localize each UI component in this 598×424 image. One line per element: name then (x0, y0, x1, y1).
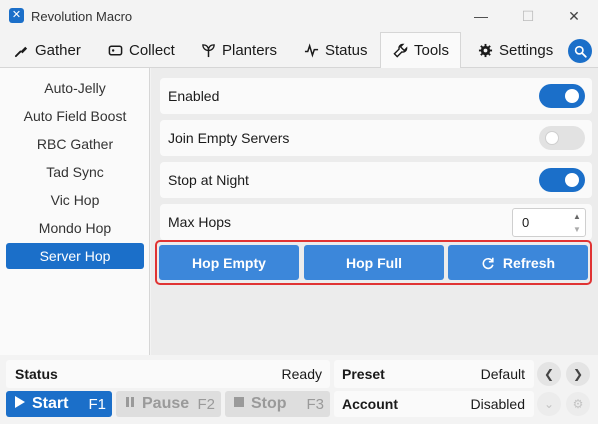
tab-label: Status (325, 41, 368, 59)
preset-prev-button[interactable]: ❮ (537, 362, 561, 386)
maximize-button[interactable]: ☐ (513, 4, 543, 28)
tab-collect[interactable]: Collect (100, 32, 183, 68)
sidebar-item-auto-jelly[interactable]: Auto-Jelly (6, 75, 144, 101)
tab-label: Settings (499, 41, 554, 59)
sidebar-item-server-hop[interactable]: Server Hop (6, 243, 144, 269)
window-title: Revolution Macro (31, 9, 133, 24)
sidebar-item-label: Server Hop (39, 248, 111, 264)
status-label: Status (15, 366, 58, 382)
setting-row-max-hops: Max Hops 0 ▲ ▼ (160, 204, 592, 240)
sidebar-item-label: Auto Field Boost (23, 108, 127, 124)
max-hops-input[interactable]: 0 ▲ ▼ (512, 208, 586, 237)
sidebar-item-label: Mondo Hop (38, 220, 112, 236)
search-button[interactable] (568, 39, 592, 63)
max-hops-value: 0 (522, 215, 530, 230)
preset-label: Preset (342, 366, 385, 382)
stop-night-toggle[interactable] (539, 168, 585, 192)
sidebar-item-label: Vic Hop (50, 192, 100, 208)
tab-tools[interactable]: Tools (380, 32, 461, 69)
tab-label: Planters (222, 41, 278, 59)
hop-empty-button[interactable]: Hop Empty (159, 245, 299, 280)
account-label: Account (342, 396, 398, 412)
tab-gather[interactable]: Gather (6, 32, 89, 68)
setting-label: Stop at Night (168, 172, 249, 188)
stop-hotkey: F3 (306, 395, 324, 413)
play-icon (14, 395, 26, 414)
ticket-icon (108, 45, 123, 55)
status-panel: Status Ready (6, 360, 330, 388)
tab-settings[interactable]: Settings (470, 32, 561, 68)
preset-next-button[interactable]: ❯ (566, 362, 590, 386)
button-label: Hop Empty (192, 254, 266, 271)
gear-icon: ⚙ (572, 397, 584, 411)
tab-bar: Gather Collect Planters Status Tools Set… (0, 32, 598, 69)
preset-value[interactable]: Default (481, 366, 525, 382)
stop-label: Stop (251, 395, 287, 412)
pause-button[interactable]: Pause F2 (116, 391, 221, 417)
tab-planters[interactable]: Planters (193, 32, 285, 68)
title-bar: ✕ Revolution Macro — ☐ ✕ (0, 0, 598, 32)
pulse-icon (304, 42, 319, 58)
setting-row-join-empty: Join Empty Servers (160, 120, 592, 156)
minimize-button[interactable]: — (466, 4, 496, 28)
chevron-down-icon[interactable]: ▼ (571, 223, 583, 235)
account-panel: Account Disabled (334, 391, 534, 417)
refresh-icon (482, 257, 494, 269)
start-hotkey: F1 (88, 395, 106, 413)
account-value[interactable]: Disabled (471, 396, 525, 412)
stop-button[interactable]: Stop F3 (225, 391, 330, 417)
server-hop-panel: Enabled Join Empty Servers Stop at Night… (151, 68, 598, 355)
tools-sidebar: Auto-Jelly Auto Field Boost RBC Gather T… (0, 68, 150, 355)
sidebar-item-auto-field-boost[interactable]: Auto Field Boost (6, 103, 144, 129)
pause-hotkey: F2 (197, 395, 215, 413)
chevron-up-icon[interactable]: ▲ (571, 210, 583, 222)
chevron-down-icon: ⌄ (543, 397, 555, 411)
preset-panel: Preset Default (334, 360, 534, 388)
setting-label: Join Empty Servers (168, 130, 290, 146)
hop-full-button[interactable]: Hop Full (304, 245, 444, 280)
account-dropdown-button[interactable]: ⌄ (537, 392, 561, 416)
bottom-bar: Status Ready Start F1 Pause F2 Stop F3 P… (0, 355, 598, 424)
chevron-left-icon: ❮ (543, 367, 555, 381)
sidebar-item-mondo-hop[interactable]: Mondo Hop (6, 215, 144, 241)
wrench-icon (393, 43, 408, 58)
close-button[interactable]: ✕ (559, 4, 589, 28)
refresh-button[interactable]: Refresh (448, 245, 588, 280)
setting-label: Enabled (168, 88, 220, 104)
gear-icon (478, 43, 493, 57)
hop-button-group: Hop Empty Hop Full Refresh (155, 240, 592, 285)
join-empty-toggle[interactable] (539, 126, 585, 150)
sidebar-item-tad-sync[interactable]: Tad Sync (6, 159, 144, 185)
sidebar-item-label: RBC Gather (36, 136, 114, 152)
tab-label: Collect (129, 41, 175, 59)
stop-icon (233, 395, 245, 413)
sidebar-item-vic-hop[interactable]: Vic Hop (6, 187, 144, 213)
tab-status[interactable]: Status (296, 32, 376, 68)
sidebar-item-label: Tad Sync (46, 164, 104, 180)
app-logo-icon: ✕ (9, 8, 24, 23)
sprout-icon (202, 43, 215, 57)
search-icon (574, 45, 587, 58)
pause-icon (124, 395, 136, 413)
status-value: Ready (281, 366, 322, 382)
setting-label: Max Hops (168, 214, 232, 230)
pause-label: Pause (142, 395, 190, 412)
enabled-toggle[interactable] (539, 84, 585, 108)
setting-row-stop-night: Stop at Night (160, 162, 592, 198)
button-label: Refresh (502, 254, 556, 271)
setting-row-enabled: Enabled (160, 78, 592, 114)
tab-label: Gather (35, 41, 81, 59)
chevron-right-icon: ❯ (572, 367, 584, 381)
start-label: Start (32, 395, 69, 412)
tab-label: Tools (414, 42, 450, 59)
button-label: Hop Full (346, 254, 402, 271)
start-button[interactable]: Start F1 (6, 391, 112, 417)
sidebar-item-label: Auto-Jelly (44, 80, 106, 96)
account-settings-button[interactable]: ⚙ (566, 392, 590, 416)
shovel-icon (14, 46, 28, 57)
sidebar-item-rbc-gather[interactable]: RBC Gather (6, 131, 144, 157)
